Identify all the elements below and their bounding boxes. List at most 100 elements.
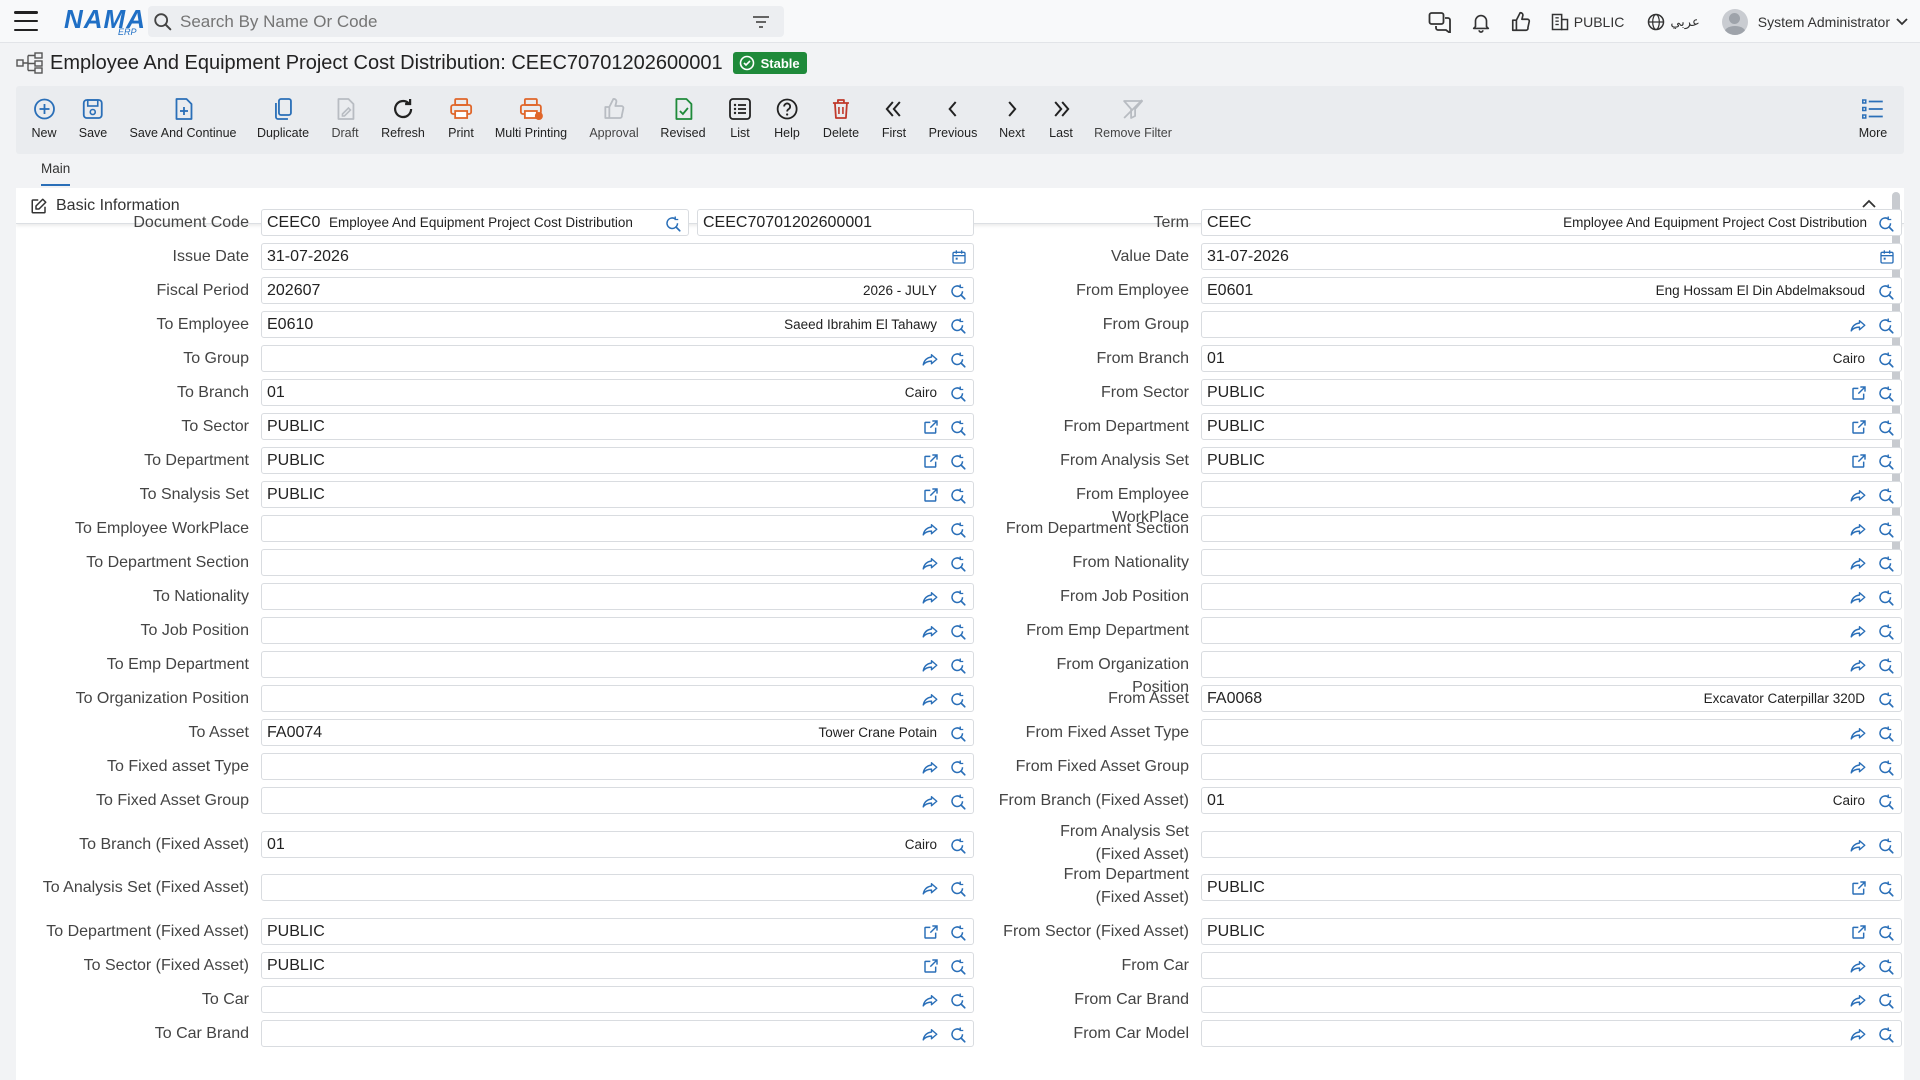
lookup-search-icon[interactable]	[1877, 351, 1895, 369]
user-menu[interactable]: System Administrator	[1721, 8, 1908, 35]
from-job-position-field[interactable]	[1201, 583, 1902, 610]
external-link-icon[interactable]	[923, 958, 939, 974]
lookup-search-icon[interactable]	[949, 555, 967, 573]
lookup-search-icon[interactable]	[949, 589, 967, 607]
lookup-search-icon[interactable]	[1877, 487, 1895, 505]
hierarchy-icon[interactable]	[16, 52, 44, 74]
tab-main[interactable]: Main	[41, 161, 71, 186]
lookup-search-icon[interactable]	[1877, 1026, 1895, 1044]
share-arrow-icon[interactable]	[1849, 1026, 1867, 1044]
external-link-icon[interactable]	[923, 419, 939, 435]
to-car-brand-field[interactable]	[261, 1020, 974, 1047]
lookup-search-icon[interactable]	[1877, 880, 1895, 898]
from-fixed-asset-group-field[interactable]	[1201, 753, 1902, 780]
share-arrow-icon[interactable]	[921, 691, 939, 709]
lookup-search-icon[interactable]	[949, 623, 967, 641]
to-asset-field[interactable]: FA0074 Tower Crane Potain	[261, 719, 974, 746]
to-department-field[interactable]: PUBLIC	[261, 447, 974, 474]
lookup-search-icon[interactable]	[1877, 691, 1895, 709]
share-arrow-icon[interactable]	[921, 521, 939, 539]
lookup-search-icon[interactable]	[949, 691, 967, 709]
share-arrow-icon[interactable]	[1849, 521, 1867, 539]
share-arrow-icon[interactable]	[921, 992, 939, 1010]
from-group-field[interactable]	[1201, 311, 1902, 338]
lookup-search-icon[interactable]	[1877, 453, 1895, 471]
to-department-section-field[interactable]	[261, 549, 974, 576]
save-and-continue-button[interactable]: Save And Continue	[129, 86, 237, 154]
to-employee-field[interactable]: E0610 Saeed Ibrahim El Tahawy	[261, 311, 974, 338]
lookup-search-icon[interactable]	[1877, 317, 1895, 335]
from-employee-field[interactable]: E0601 Eng Hossam El Din Abdelmaksoud	[1201, 277, 1902, 304]
from-analysis-set-fixed-asset-field[interactable]	[1201, 831, 1902, 858]
to-car-field[interactable]	[261, 986, 974, 1013]
share-arrow-icon[interactable]	[1849, 725, 1867, 743]
duplicate-button[interactable]: Duplicate	[257, 86, 309, 154]
lookup-search-icon[interactable]	[1877, 419, 1895, 437]
to-department-fixed-asset-field[interactable]: PUBLIC	[261, 918, 974, 945]
lookup-search-icon[interactable]	[949, 793, 967, 811]
share-arrow-icon[interactable]	[1849, 487, 1867, 505]
share-arrow-icon[interactable]	[921, 555, 939, 573]
bell-icon[interactable]	[1470, 11, 1492, 33]
save-button[interactable]: Save	[79, 86, 107, 154]
from-nationality-field[interactable]	[1201, 549, 1902, 576]
lookup-search-icon[interactable]	[1877, 555, 1895, 573]
from-sector-fixed-asset-field[interactable]: PUBLIC	[1201, 918, 1902, 945]
lookup-search-icon[interactable]	[1877, 793, 1895, 811]
more-button[interactable]: More	[1859, 86, 1887, 154]
external-link-icon[interactable]	[923, 487, 939, 503]
lookup-search-icon[interactable]	[1877, 657, 1895, 675]
lookup-search-icon[interactable]	[1877, 992, 1895, 1010]
chevron-up-icon[interactable]	[1862, 199, 1876, 208]
to-analysis-set-fixed-asset-field[interactable]	[261, 874, 974, 901]
refresh-button[interactable]: Refresh	[381, 86, 425, 154]
lookup-search-icon[interactable]	[1877, 521, 1895, 539]
lookup-search-icon[interactable]	[1877, 283, 1895, 301]
from-department-section-field[interactable]	[1201, 515, 1902, 542]
lookup-search-icon[interactable]	[1877, 725, 1895, 743]
term-field[interactable]: CEEC Employee And Equipment Project Cost …	[1201, 209, 1902, 236]
lookup-search-icon[interactable]	[1877, 837, 1895, 855]
lookup-search-icon[interactable]	[949, 283, 967, 301]
lookup-search-icon[interactable]	[949, 880, 967, 898]
from-car-brand-field[interactable]	[1201, 986, 1902, 1013]
lookup-search-icon[interactable]	[1877, 215, 1895, 233]
external-link-icon[interactable]	[1851, 880, 1867, 896]
to-emp-department-field[interactable]	[261, 651, 974, 678]
from-branch-field[interactable]: 01 Cairo	[1201, 345, 1902, 372]
external-link-icon[interactable]	[923, 453, 939, 469]
document-code-field[interactable]: CEEC0 Employee And Equipment Project Cost…	[261, 209, 689, 236]
menu-icon[interactable]	[14, 11, 38, 31]
share-arrow-icon[interactable]	[921, 759, 939, 777]
lookup-search-icon[interactable]	[949, 385, 967, 403]
lookup-search-icon[interactable]	[949, 521, 967, 539]
share-arrow-icon[interactable]	[1849, 958, 1867, 976]
remove-filter-button[interactable]: Remove Filter	[1094, 86, 1172, 154]
calendar-icon[interactable]	[1879, 249, 1895, 265]
last-button[interactable]: Last	[1049, 86, 1073, 154]
from-employee-workplace-field[interactable]	[1201, 481, 1902, 508]
lookup-search-icon[interactable]	[949, 657, 967, 675]
lookup-search-icon[interactable]	[949, 317, 967, 335]
share-arrow-icon[interactable]	[1849, 623, 1867, 641]
share-arrow-icon[interactable]	[921, 589, 939, 607]
share-arrow-icon[interactable]	[1849, 992, 1867, 1010]
to-sector-fixed-asset-field[interactable]: PUBLIC	[261, 952, 974, 979]
lookup-search-icon[interactable]	[1877, 623, 1895, 641]
lookup-search-icon[interactable]	[664, 215, 682, 233]
chat-icon[interactable]	[1428, 11, 1452, 33]
lookup-search-icon[interactable]	[949, 725, 967, 743]
share-arrow-icon[interactable]	[1849, 317, 1867, 335]
from-branch-fixed-asset-field[interactable]: 01 Cairo	[1201, 787, 1902, 814]
share-arrow-icon[interactable]	[1849, 837, 1867, 855]
filter-icon[interactable]	[752, 14, 770, 30]
next-button[interactable]: Next	[999, 86, 1025, 154]
sector-selector[interactable]: PUBLIC	[1550, 12, 1624, 32]
share-arrow-icon[interactable]	[1849, 759, 1867, 777]
share-arrow-icon[interactable]	[921, 623, 939, 641]
previous-button[interactable]: Previous	[929, 86, 977, 154]
external-link-icon[interactable]	[1851, 385, 1867, 401]
value-date-field[interactable]: 31-07-2026	[1201, 243, 1902, 270]
app-logo[interactable]: NAMA ERP	[64, 6, 146, 37]
list-button[interactable]: List	[728, 86, 752, 154]
